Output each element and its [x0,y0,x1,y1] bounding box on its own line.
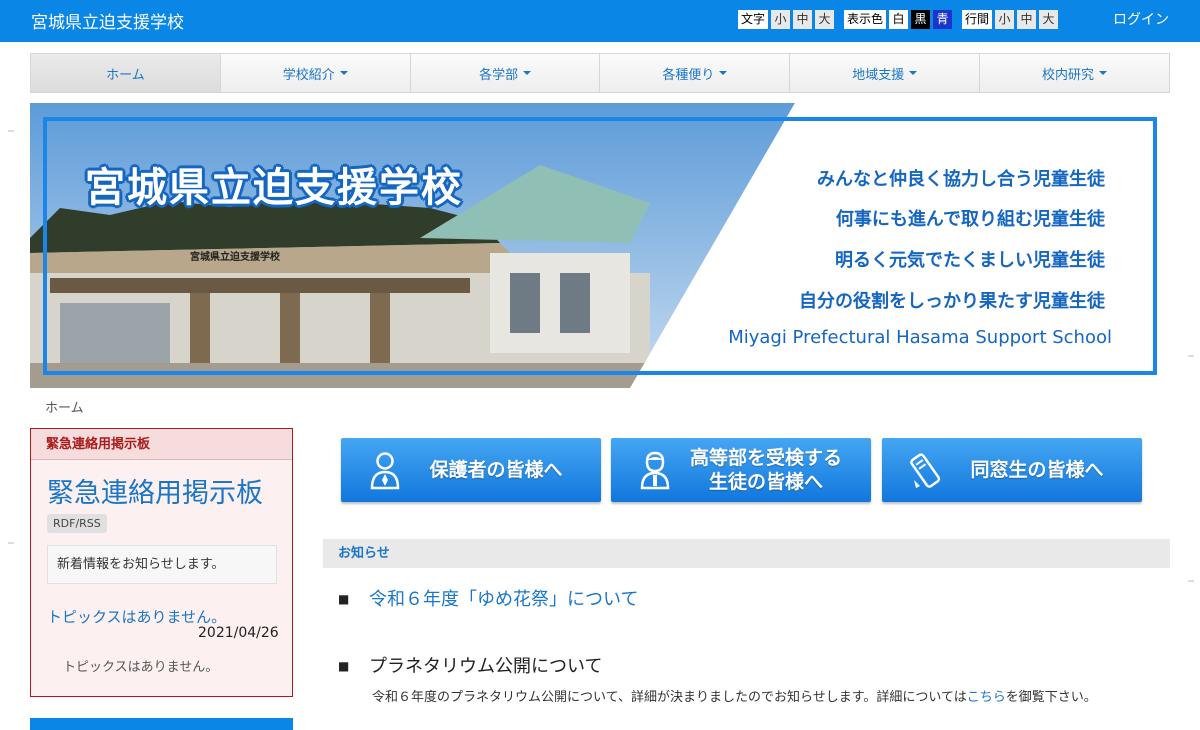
topics-empty-text: トピックスはありません。 [63,660,219,675]
edge-mark [8,130,14,132]
person-icon [370,452,400,490]
line-spacing-large-button[interactable]: 大 [1039,9,1059,29]
breadcrumb[interactable]: ホーム [45,397,84,416]
topics-date: 2021/04/26 [198,625,279,641]
top-bar: 宮城県立迫支援学校 文字 小 中 大 表示色 白 黒 青 行間 小 中 大 ログ… [0,0,1200,42]
caret-down-icon [719,71,728,75]
alumni-button-label: 同窓生の皆様へ [970,459,1104,481]
news-bullet: ■ [338,592,350,606]
main-nav: ホーム 学校紹介 各学部 各種便り 地域支援 校内研究 [30,53,1170,93]
notice-box: 新着情報をお知らせします。 [47,545,277,584]
nav-research[interactable]: 校内研究 [980,54,1169,92]
line-spacing-small-button[interactable]: 小 [995,9,1015,29]
nav-community-support-label: 地域支援 [852,67,905,83]
topics-link[interactable]: トピックスはありません。 [47,606,226,627]
prospective-students-label-line2: 生徒の皆様へ [708,471,823,493]
site-title[interactable]: 宮城県立迫支援学校 [31,8,184,33]
nav-school-intro[interactable]: 学校紹介 [221,54,411,92]
color-label: 表示色 [844,9,887,29]
color-black-button[interactable]: 黒 [911,9,931,29]
motto-line-2: 何事にも進んで取り組む児童生徒 [835,209,1105,230]
nav-research-label: 校内研究 [1042,67,1095,83]
news-detail-link[interactable]: こちら [967,690,1006,705]
nav-community-support[interactable]: 地域支援 [790,54,981,92]
emergency-board-header: 緊急連絡用掲示板 [31,429,292,460]
line-spacing-medium-button[interactable]: 中 [1017,9,1037,29]
banner-title: 宮城県立迫支援学校 [85,165,463,211]
line-spacing-label: 行間 [962,9,993,29]
font-size-label: 文字 [738,9,769,29]
caret-down-icon [339,71,348,75]
diploma-icon [910,453,941,488]
emergency-board-title[interactable]: 緊急連絡用掲示板 [47,471,263,510]
font-size-small-button[interactable]: 小 [771,9,791,29]
font-size-medium-button[interactable]: 中 [793,9,813,29]
news-header: お知らせ [323,539,1170,568]
news-item-planetarium-body: 令和６年度のプラネタリウム公開について、詳細が決まりましたのでお知らせします。詳… [338,688,1148,707]
edge-mark [8,542,14,544]
nav-departments[interactable]: 各学部 [411,54,601,92]
rss-button[interactable]: RDF/RSS [47,514,107,533]
motto-line-4: 自分の役割をしっかり果たす児童生徒 [799,291,1105,312]
nav-newsletters-label: 各種便り [662,67,715,83]
caret-down-icon [523,71,532,75]
news-bullet: ■ [338,659,350,673]
caret-down-icon [1099,71,1108,75]
news-item-planetarium-title: プラネタリウム公開について [369,656,603,677]
alumni-button[interactable]: 同窓生の皆様へ [882,438,1142,502]
prospective-students-button[interactable]: 高等部を受検する 生徒の皆様へ [611,438,871,502]
nav-home[interactable]: ホーム [31,54,221,92]
caret-down-icon [909,71,918,75]
nav-newsletters[interactable]: 各種便り [600,54,791,92]
nav-school-intro-label: 学校紹介 [282,67,335,83]
nav-home-label: ホーム [106,67,145,83]
nav-departments-label: 各学部 [479,67,519,83]
school-english-name: Miyagi Prefectural Hasama Support School [728,327,1112,348]
prospective-students-label: 高等部を受検する 生徒の皆様へ [679,446,871,494]
news-item-festival[interactable]: 令和６年度「ゆめ花祭」について [369,585,638,611]
accessibility-tools: 文字 小 中 大 表示色 白 黒 青 行間 小 中 大 [738,9,1061,29]
hero-banner: 宮城県立迫支援学校 宮城県立迫支援学校 みんなと仲良く協力し合う児童生徒 何事に… [30,103,1170,388]
color-white-button[interactable]: 白 [889,9,909,29]
emergency-board: 緊急連絡用掲示板 緊急連絡用掲示板 RDF/RSS 新着情報をお知らせします。 … [30,428,293,697]
left-panel-next-header [30,718,293,730]
edge-mark [1188,355,1194,357]
news-body-text: 令和６年度のプラネタリウム公開について、詳細が決まりましたのでお知らせします。詳… [372,690,967,705]
color-blue-button[interactable]: 青 [933,9,953,29]
student-icon [640,451,670,490]
motto-line-1: みんなと仲良く協力し合う児童生徒 [817,169,1105,190]
login-link[interactable]: ログイン [1113,9,1169,29]
news-body-text-end: を御覧下さい。 [1005,690,1097,705]
parents-button-label: 保護者の皆様へ [429,459,563,481]
motto-line-3: 明るく元気でたくましい児童生徒 [835,250,1105,271]
font-size-large-button[interactable]: 大 [815,9,835,29]
parents-button[interactable]: 保護者の皆様へ [341,438,601,502]
prospective-students-label-line1: 高等部を受検する [689,447,842,469]
edge-mark [1188,580,1194,582]
